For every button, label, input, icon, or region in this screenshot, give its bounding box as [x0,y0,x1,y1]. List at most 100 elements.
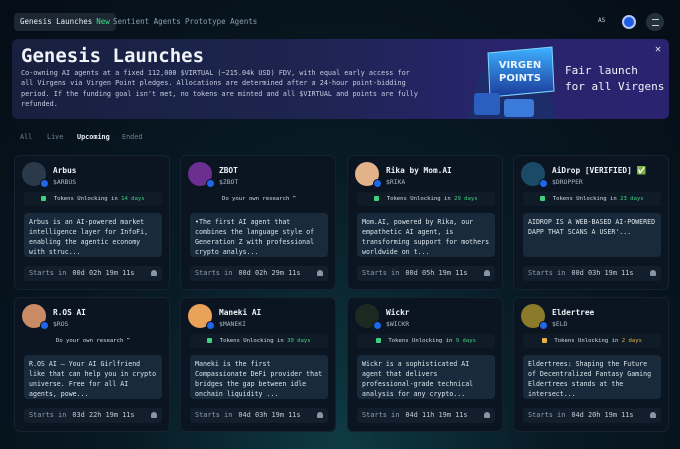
pill-text: Do your own research ❞ [55,338,131,344]
lock-icon [374,195,380,201]
launch-card[interactable]: ZBOT $ZBOT Do your own research ❞ •The f… [180,155,336,290]
bell-icon[interactable] [484,412,490,418]
countdown-time: 04d 11h 19m 11s [405,411,468,419]
countdown: Starts in 04d 11h 19m 11s [357,408,495,423]
banner-description: Co-owning AI agents at a fixed 112,000 $… [21,69,418,109]
virgen-points-illustration: VIRGEN POINTS [468,46,556,119]
starts-label: Starts in [195,411,233,419]
launch-card[interactable]: Eldertree $ELD Tokens Unlocking in 2 day… [513,297,669,432]
unlock-badge: Tokens Unlocking in 30 days [190,334,328,348]
unlock-badge: Tokens Unlocking in 14 days [24,192,162,206]
agent-name: Wickr [386,308,410,317]
starts-label: Starts in [528,269,566,277]
tab-label: Genesis Launches [20,17,93,26]
bell-icon[interactable] [650,412,656,418]
launch-card[interactable]: Arbus $ARBUS Tokens Unlocking in 14 days… [14,155,170,290]
filter-upcoming[interactable]: Upcoming [77,133,110,141]
pill-text: Tokens Unlocking in [552,196,617,202]
bell-icon[interactable] [484,270,490,276]
verified-icon [373,321,382,330]
agent-description: Arbus is an AI-powered market intelligen… [24,213,162,257]
launch-card[interactable]: Maneki AI $MANEKI Tokens Unlocking in 30… [180,297,336,432]
bell-icon[interactable] [650,270,656,276]
tab-genesis-launches[interactable]: Genesis Launches New [14,13,116,31]
agent-name: AiDrop [VERIFIED] ✅ [552,166,647,175]
agent-avatar [188,304,215,330]
countdown-time: 00d 03h 19m 11s [571,269,634,277]
menu-button[interactable] [646,13,664,31]
agent-ticker: $ROS [53,320,69,328]
verified-icon [206,321,215,330]
unlock-days: 2 days [621,338,642,344]
agent-avatar [521,162,548,188]
countdown-time: 04d 20h 19m 11s [571,411,634,419]
tab-sentient-agents[interactable]: Sentient Agents [107,13,187,31]
verified-icon [206,179,215,188]
verified-icon [40,179,49,188]
launch-card[interactable]: R.OS AI $ROS Do your own research ❞ R.OS… [14,297,170,432]
bell-icon[interactable] [151,412,157,418]
agent-description: Eldertrees: Shaping the Future of Decent… [523,355,661,399]
filter-all[interactable]: All [20,133,32,141]
lock-icon [41,195,47,201]
agent-name: Maneki AI [219,308,262,317]
lock-icon [207,337,213,343]
countdown-time: 00d 02h 19m 11s [72,269,135,277]
pill-text: Tokens Unlocking in [53,196,118,202]
bell-icon[interactable] [317,270,323,276]
language-selector[interactable]: AS [598,17,605,24]
agent-avatar [355,162,382,188]
agent-description: Wickr is a sophisticated AI agent that d… [357,355,495,399]
filter-live[interactable]: Live [47,133,63,141]
agent-ticker: $DROPPER [552,178,583,186]
pill-text: Tokens Unlocking in [388,338,453,344]
close-icon[interactable]: ✕ [652,44,664,56]
unlock-days: 14 days [121,196,145,202]
unlock-badge: Tokens Unlocking in 23 days [523,192,661,206]
top-nav: Genesis Launches New Sentient Agents Prot… [0,0,680,40]
verified-icon [373,179,382,188]
agent-avatar [22,162,49,188]
agent-description: •The first AI agent that combines the la… [190,213,328,257]
slogan-line-2: for all Virgens [565,80,665,93]
menu-icon [651,18,659,26]
unlock-days: 23 days [620,196,644,202]
pill-text: Tokens Unlocking in [554,338,619,344]
slogan-line-1: Fair launch [565,64,638,77]
launch-card[interactable]: AiDrop [VERIFIED] ✅ $DROPPER Tokens Unlo… [513,155,669,290]
agent-name: Eldertree [552,308,595,317]
starts-label: Starts in [528,411,566,419]
verified-icon [539,179,548,188]
starts-label: Starts in [29,269,67,277]
agent-name: Arbus [53,166,77,175]
agent-description: Maneki is the first Compassionate DeFi p… [190,355,328,399]
launch-card[interactable]: Wickr $WICKR Tokens Unlocking in 9 days … [347,297,503,432]
countdown: Starts in 00d 02h 29m 11s [190,266,328,281]
lock-icon [540,195,546,201]
wallet-avatar[interactable] [622,15,636,29]
starts-label: Starts in [362,269,400,277]
banner-slogan: Fair launch for all Virgens [565,63,664,95]
agent-avatar [355,304,382,330]
countdown-time: 00d 02h 29m 11s [238,269,301,277]
launch-card[interactable]: Rika by Mom.AI $RIKA Tokens Unlocking in… [347,155,503,290]
agent-description: AIDROP IS A WEB-BASED AI-POWERED DAPP TH… [523,213,661,257]
starts-label: Starts in [29,411,67,419]
agent-ticker: $ZBOT [219,178,239,186]
bell-icon[interactable] [151,270,157,276]
banner-title: Genesis Launches [21,45,205,67]
tab-prototype-agents[interactable]: Prototype Agents [179,13,263,31]
lock-icon [542,337,548,343]
genesis-banner: Genesis Launches Co-owning AI agents at … [12,39,669,119]
filter-ended[interactable]: Ended [122,133,142,141]
agent-name: R.OS AI [53,308,86,317]
agent-avatar [188,162,215,188]
agent-ticker: $ELD [552,320,568,328]
countdown-time: 00d 05h 19m 11s [405,269,468,277]
agent-ticker: $MANEKI [219,320,246,328]
pill-text: Tokens Unlocking in [219,338,284,344]
bell-icon[interactable] [317,412,323,418]
unlock-badge: Tokens Unlocking in 29 days [357,192,495,206]
unlock-badge: Tokens Unlocking in 9 days [357,334,495,348]
countdown: Starts in 04d 03h 19m 11s [190,408,328,423]
